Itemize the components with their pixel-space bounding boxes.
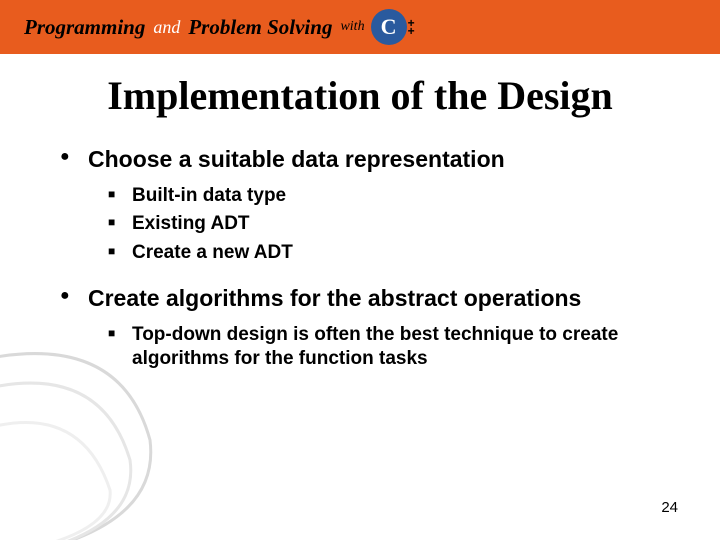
slide-content: Choose a suitable data representation Bu… [0,119,720,372]
banner-with: with [340,19,364,35]
banner-word-programming: Programming [24,15,145,40]
sub-bullet-item: Existing ADT [108,212,672,237]
bullet-item: Create algorithms for the abstract opera… [60,284,672,372]
banner-inner: Programming and Problem Solving with C +… [0,0,720,54]
slide: Programming and Problem Solving with C +… [0,0,720,540]
sub-bullet-list: Top-down design is often the best techni… [108,323,672,372]
bullet-item: Choose a suitable data representation Bu… [60,145,672,266]
page-number: 24 [661,499,678,516]
bullet-text: Create algorithms for the abstract opera… [88,285,581,311]
bullet-list: Choose a suitable data representation Bu… [60,145,672,372]
plus-icon: + [408,27,415,35]
plus-stack: + + [407,19,415,35]
slide-title: Implementation of the Design [0,72,720,119]
bullet-text: Choose a suitable data representation [88,146,505,172]
banner-word-problem-solving: Problem Solving [188,15,332,40]
sub-bullet-list: Built-in data type Existing ADT Create a… [108,184,672,266]
banner: Programming and Problem Solving with C +… [0,0,720,54]
sub-bullet-item: Top-down design is often the best techni… [108,323,672,372]
c-circle-icon: C [371,9,407,45]
sub-bullet-item: Built-in data type [108,184,672,209]
banner-and: and [153,17,180,38]
cpp-badge: C + + [371,9,415,45]
sub-bullet-item: Create a new ADT [108,241,672,266]
